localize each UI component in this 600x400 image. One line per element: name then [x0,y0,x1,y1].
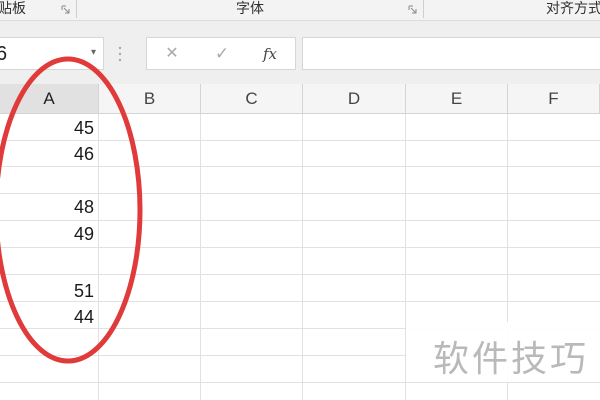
cell-a[interactable]: 45 [0,115,97,141]
column-header-c[interactable]: C [201,84,303,114]
grid-column-line [98,114,99,400]
grid-row-line [0,274,600,275]
cell-a[interactable] [0,248,97,274]
column-header-d[interactable]: D [303,84,406,114]
clipboard-dialog-launcher-icon[interactable] [61,5,70,14]
watermark-text: 软件技巧 [433,339,590,380]
ribbon-group-font-label: 字体 [236,1,264,17]
cancel-icon[interactable]: ✕ [161,44,183,64]
column-header-f[interactable]: F [508,84,600,114]
font-dialog-launcher-icon[interactable] [408,5,417,14]
ribbon-group-clipboard-label: 贴板 [0,1,26,17]
formula-bar-area: 6 ▾ ✕ ✓ fx [0,21,600,84]
column-header-e[interactable]: E [406,84,508,114]
formula-buttons: ✕ ✓ fx [146,37,296,70]
grid-column-line [200,114,201,400]
grid-row-line [0,382,600,383]
name-box[interactable]: 6 ▾ [0,37,104,70]
column-header-b[interactable]: B [99,84,201,114]
cell-a[interactable] [0,356,97,382]
cell-a[interactable]: 48 [0,194,97,220]
enter-icon[interactable]: ✓ [211,44,233,64]
ribbon-separator [76,0,77,18]
cell-a[interactable] [0,329,97,355]
drag-handle-icon[interactable] [118,45,122,63]
watermark: 软件技巧 [406,322,600,382]
insert-function-button[interactable]: fx [259,44,281,64]
cell-a[interactable]: 44 [0,304,97,330]
grid-column-line [302,114,303,400]
column-header-a[interactable]: A [0,84,99,114]
name-box-value: 6 [0,43,8,65]
ribbon-group-bar: 贴板 字体 对齐方式 [0,0,600,21]
cell-a[interactable]: 46 [0,141,97,167]
chevron-down-icon[interactable]: ▾ [91,47,96,58]
cell-a[interactable]: 51 [0,278,97,304]
ribbon-group-alignment-label: 对齐方式 [546,1,600,17]
ribbon-separator [423,0,424,18]
cell-a[interactable]: 49 [0,221,97,247]
formula-input[interactable] [302,37,600,70]
cell-a[interactable] [0,167,97,193]
